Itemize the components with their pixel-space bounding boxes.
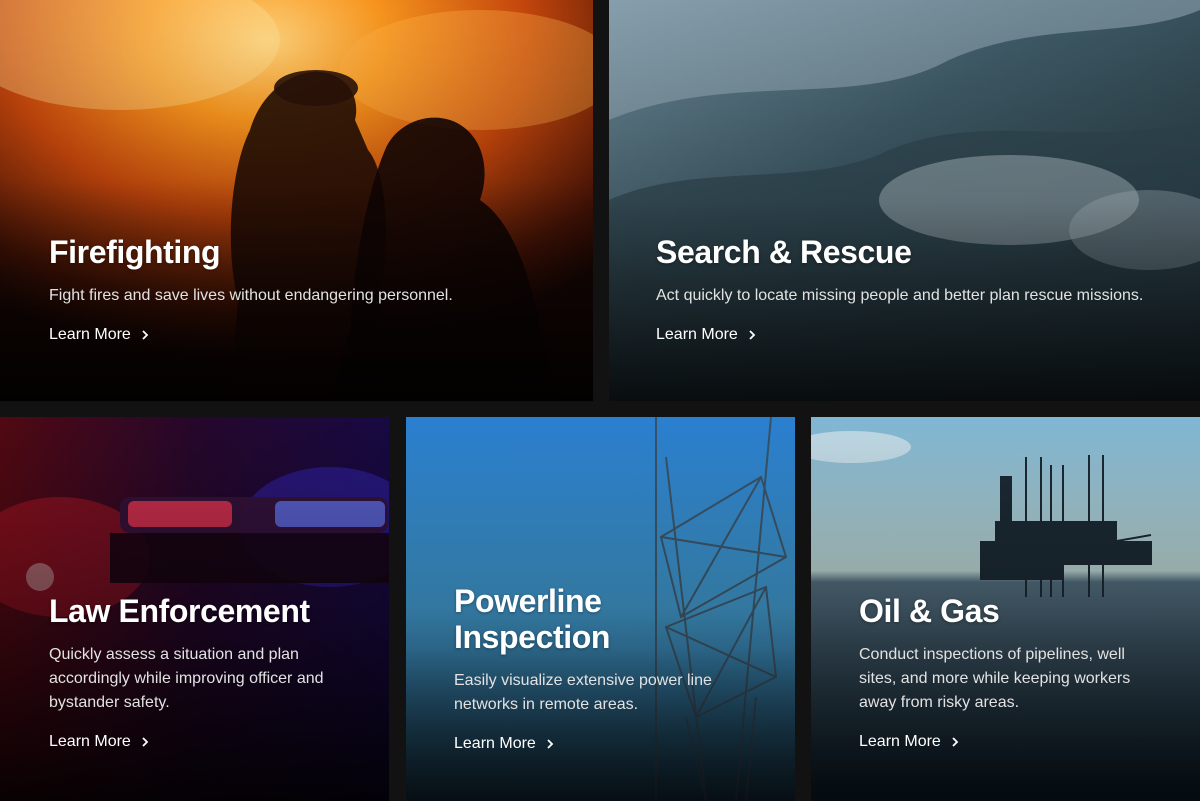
card-description: Act quickly to locate missing people and…	[656, 287, 1144, 304]
learn-more-label: Learn More	[454, 735, 536, 752]
learn-more-label: Learn More	[656, 326, 738, 343]
card-search-rescue[interactable]: Search & Rescue Act quickly to locate mi…	[609, 0, 1200, 401]
chevron-right-icon	[949, 736, 961, 748]
card-description: Quickly assess a situation and plan acco…	[49, 646, 324, 711]
learn-more-label: Learn More	[49, 326, 131, 343]
learn-more-link[interactable]: Learn More	[656, 326, 758, 344]
learn-more-link[interactable]: Learn More	[49, 326, 151, 344]
chevron-right-icon	[139, 329, 151, 341]
law-enforcement-content: Law Enforcement Quickly assess a situati…	[49, 593, 359, 751]
learn-more-link[interactable]: Learn More	[859, 733, 961, 751]
card-title: Oil & Gas	[859, 593, 1000, 629]
chevron-right-icon	[139, 736, 151, 748]
card-title: Powerline Inspection	[454, 583, 611, 655]
learn-more-link[interactable]: Learn More	[49, 733, 151, 751]
chevron-right-icon	[544, 738, 556, 750]
card-firefighting[interactable]: Firefighting Fight fires and save lives …	[0, 0, 593, 401]
card-powerline-inspection[interactable]: Powerline Inspection Easily visualize ex…	[406, 417, 795, 801]
card-title: Firefighting	[49, 234, 221, 270]
card-title: Law Enforcement	[49, 593, 310, 629]
card-law-enforcement[interactable]: Law Enforcement Quickly assess a situati…	[0, 417, 389, 801]
learn-more-label: Learn More	[859, 733, 941, 750]
learn-more-label: Learn More	[49, 733, 131, 750]
card-description: Fight fires and save lives without endan…	[49, 287, 453, 304]
search-rescue-content: Search & Rescue Act quickly to locate mi…	[656, 234, 1170, 344]
card-oil-gas[interactable]: Oil & Gas Conduct inspections of pipelin…	[811, 417, 1200, 801]
powerline-content: Powerline Inspection Easily visualize ex…	[454, 583, 765, 753]
card-description: Conduct inspections of pipelines, well s…	[859, 646, 1131, 711]
chevron-right-icon	[746, 329, 758, 341]
oil-gas-content: Oil & Gas Conduct inspections of pipelin…	[859, 593, 1170, 751]
industry-card-grid: Firefighting Fight fires and save lives …	[0, 0, 1200, 801]
learn-more-link[interactable]: Learn More	[454, 735, 556, 753]
card-title: Search & Rescue	[656, 234, 912, 270]
firefighting-content: Firefighting Fight fires and save lives …	[49, 234, 563, 344]
card-description: Easily visualize extensive power line ne…	[454, 672, 712, 713]
